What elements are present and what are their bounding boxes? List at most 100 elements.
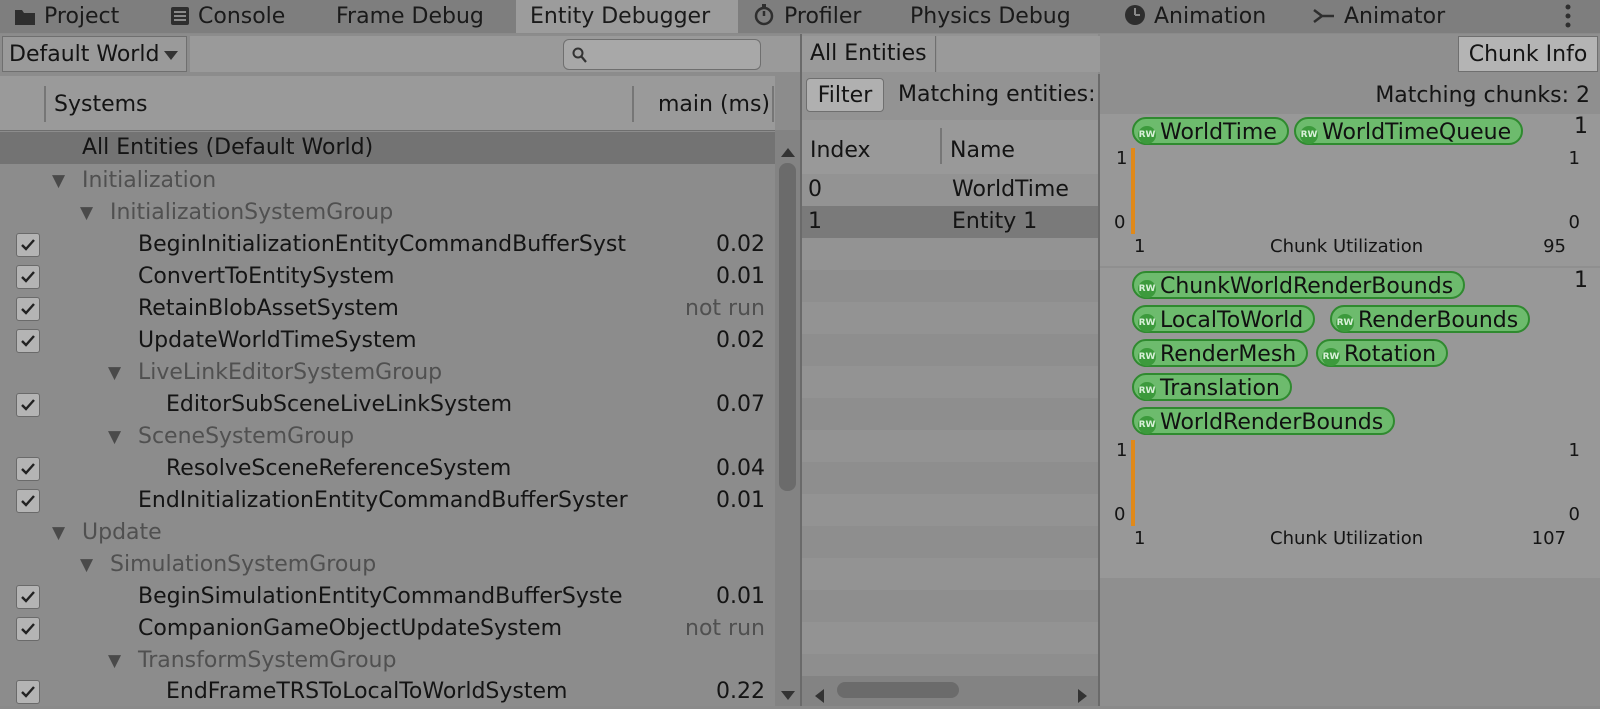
system-group-row[interactable]: ▼ SceneSystemGroup <box>0 421 775 453</box>
component-tag[interactable]: RW RenderMesh <box>1132 339 1309 367</box>
component-tag[interactable]: RW WorldTime <box>1132 117 1289 145</box>
tab-profiler[interactable]: Profiler <box>752 0 861 33</box>
component-tag[interactable]: RW WorldTimeQueue <box>1294 117 1524 145</box>
column-divider <box>44 86 46 122</box>
system-group-row[interactable]: ▼ Initialization <box>0 165 775 197</box>
system-group-row[interactable]: ▼ InitializationSystemGroup <box>0 197 775 229</box>
system-name: TransformSystemGroup <box>138 648 397 673</box>
system-time: 0.01 <box>716 488 765 513</box>
expand-triangle-icon[interactable]: ▼ <box>80 549 93 581</box>
tab-animation[interactable]: Animation <box>1124 0 1266 33</box>
system-enabled-checkbox[interactable] <box>16 265 40 289</box>
system-row[interactable]: BeginSimulationEntityCommandBufferSyste … <box>0 581 775 613</box>
scroll-up-arrow-icon[interactable] <box>781 138 795 163</box>
expand-triangle-icon[interactable]: ▼ <box>80 197 93 229</box>
system-row[interactable]: UpdateWorldTimeSystem 0.02 <box>0 325 775 357</box>
expand-triangle-icon[interactable]: ▼ <box>108 357 121 389</box>
read-write-icon: RW <box>1138 314 1156 332</box>
chunk-count: 1 <box>1574 114 1588 139</box>
system-row[interactable]: EndInitializationEntityCommandBufferSyst… <box>0 485 775 517</box>
system-enabled-checkbox[interactable] <box>16 585 40 609</box>
tab-label: Animator <box>1344 4 1446 29</box>
system-name: EndInitializationEntityCommandBufferSyst… <box>138 488 628 513</box>
tab-animator[interactable]: Animator <box>1312 0 1445 33</box>
expand-triangle-icon[interactable]: ▼ <box>52 165 65 197</box>
chunk-archetype-2[interactable]: 1 RW ChunkWorldRenderBounds RW LocalToWorl… <box>1100 268 1600 578</box>
scrollbar-thumb[interactable] <box>779 163 796 491</box>
system-group-row[interactable]: ▼ TransformSystemGroup <box>0 645 775 677</box>
system-enabled-checkbox[interactable] <box>16 297 40 321</box>
system-group-row[interactable]: ▼ SimulationSystemGroup <box>0 549 775 581</box>
chunk-archetype-1[interactable]: 1 RW WorldTime RW WorldTimeQueue 1 0 1 0 1… <box>1100 114 1600 266</box>
empty-row <box>802 334 1098 366</box>
scrollbar-thumb[interactable] <box>837 682 959 698</box>
scroll-down-arrow-icon[interactable] <box>781 682 795 707</box>
tab-label: Frame Debug <box>336 4 484 29</box>
main-ms-column-title: main (ms) <box>658 92 771 117</box>
system-row[interactable]: ResolveSceneReferenceSystem 0.04 <box>0 453 775 485</box>
system-row[interactable]: CompanionGameObjectUpdateSystem not run <box>0 613 775 645</box>
expand-triangle-icon[interactable]: ▼ <box>108 645 121 677</box>
system-time: 0.02 <box>716 232 765 257</box>
more-options-icon[interactable] <box>1564 0 1572 33</box>
search-input[interactable] <box>563 39 761 70</box>
component-tag[interactable]: RW ChunkWorldRenderBounds <box>1132 271 1466 299</box>
system-enabled-checkbox[interactable] <box>16 233 40 257</box>
chunk-utilization-label: Chunk Utilization <box>1270 528 1424 549</box>
system-time: 0.22 <box>716 679 765 704</box>
read-write-icon: RW <box>1336 314 1354 332</box>
system-row[interactable]: RetainBlobAssetSystem not run <box>0 293 775 325</box>
tab-console[interactable]: Console <box>170 0 285 33</box>
system-row[interactable]: EndFrameTRSToLocalToWorldSystem 0.22 <box>0 676 775 706</box>
y-axis-min-right: 0 <box>1568 504 1580 525</box>
system-group-row[interactable]: ▼ LiveLinkEditorSystemGroup <box>0 357 775 389</box>
system-enabled-checkbox[interactable] <box>16 489 40 513</box>
column-divider <box>632 86 634 122</box>
system-name: UpdateWorldTimeSystem <box>138 328 417 353</box>
all-entities-tab[interactable]: All Entities <box>802 36 936 72</box>
tab-entity-debugger[interactable]: Entity Debugger <box>516 0 738 33</box>
system-name: LiveLinkEditorSystemGroup <box>138 360 443 385</box>
name-column-title: Name <box>950 138 1015 163</box>
expand-triangle-icon[interactable]: ▼ <box>52 517 65 549</box>
entity-row[interactable]: 0 WorldTime <box>802 174 1098 206</box>
empty-row <box>802 526 1098 558</box>
chunk-utilization-bar <box>1131 440 1135 526</box>
system-enabled-checkbox[interactable] <box>16 393 40 417</box>
tab-label: Console <box>198 4 286 29</box>
column-divider <box>772 86 774 122</box>
component-tag[interactable]: RW Translation <box>1132 373 1292 401</box>
entity-row[interactable]: 1 Entity 1 <box>802 206 1098 238</box>
y-axis-max: 1 <box>1116 440 1128 461</box>
filter-button[interactable]: Filter <box>806 78 884 112</box>
tab-physics-debug[interactable]: Physics Debug <box>910 0 1071 33</box>
tab-frame-debug[interactable]: Frame Debug <box>336 0 484 33</box>
empty-row <box>802 398 1098 430</box>
system-enabled-checkbox[interactable] <box>16 617 40 641</box>
expand-triangle-icon[interactable]: ▼ <box>108 421 121 453</box>
y-axis-min: 0 <box>1114 212 1126 233</box>
x-axis-start: 1 <box>1134 236 1146 257</box>
component-tag[interactable]: RW WorldRenderBounds <box>1132 407 1396 435</box>
world-dropdown[interactable]: Default World <box>2 36 187 72</box>
system-enabled-checkbox[interactable] <box>16 680 40 704</box>
system-group-row[interactable]: ▼ Update <box>0 517 775 549</box>
stopwatch-icon <box>752 2 776 36</box>
tab-project[interactable]: Project <box>14 0 119 33</box>
scroll-right-arrow-icon[interactable] <box>1078 684 1088 709</box>
system-enabled-checkbox[interactable] <box>16 457 40 481</box>
system-row[interactable]: BeginInitializationEntityCommandBufferSy… <box>0 229 775 261</box>
component-tag[interactable]: RW LocalToWorld <box>1132 305 1316 333</box>
component-tag[interactable]: RW RenderBounds <box>1330 305 1531 333</box>
component-tag[interactable]: RW Rotation <box>1316 339 1449 367</box>
system-enabled-checkbox[interactable] <box>16 329 40 353</box>
system-time: not run <box>685 296 765 321</box>
system-row[interactable]: ConvertToEntitySystem 0.01 <box>0 261 775 293</box>
all-entities-row[interactable]: All Entities (Default World) <box>0 132 775 164</box>
system-name: EditorSubSceneLiveLinkSystem <box>166 392 513 417</box>
system-row[interactable]: EditorSubSceneLiveLinkSystem 0.07 <box>0 389 775 421</box>
x-axis-start: 1 <box>1134 528 1146 549</box>
chunk-info-button[interactable]: Chunk Info <box>1458 36 1598 72</box>
scroll-left-arrow-icon[interactable] <box>814 684 824 709</box>
entity-name: Entity 1 <box>952 209 1038 234</box>
